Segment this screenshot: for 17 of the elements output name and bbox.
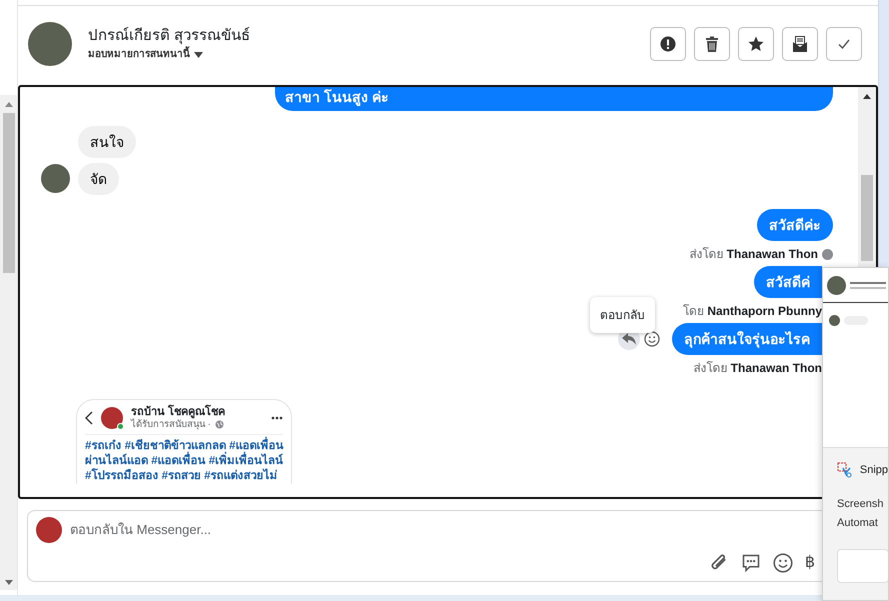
notification-text: Screensh [837,496,884,512]
message-bubble: สาขา โนนสูง ค่ะ [275,87,833,111]
hashtag-text: #รถเก๋ง #เชียชาติข้าวแลกลด #แอดเพื่อน ผ่านไลน์แอด #แอดเพื่อน #เพิ่มเพื่อนไลน์ #โปรรถมือสอง #รถสวย #รถแต่งสวยไม่ [85,439,283,484]
message-bubble: สวัสดีค่ [754,266,822,298]
reply-placeholder: ตอบกลับใน Messenger... [70,521,212,540]
message-bubble: สวัสดีค่ะ [757,209,833,241]
sent-by-text: ส่งโดย Thanawan Thon [689,246,818,263]
sent-by-text: โดย Nanthaporn Pbunny [682,303,822,320]
message-bubble: ลุกค้าสนใจรุ่นอะไรค [672,323,822,355]
message-bubble: จัด [78,163,119,195]
notification-app-name: Snipp [860,463,888,478]
contact-name: ปกรณ์เกียรติ สุวรรณขันธ์ [88,26,250,46]
tooltip: ตอบกลับ [590,297,655,333]
message-bubble: สนใจ [78,126,136,158]
page-name: รถบ้าน โชคคูณโชค [131,406,226,418]
sponsored-label: ได้รับการสนับสนุน · [131,419,211,430]
sent-by-text: ส่งโดย Thanawan Thon [693,360,822,377]
